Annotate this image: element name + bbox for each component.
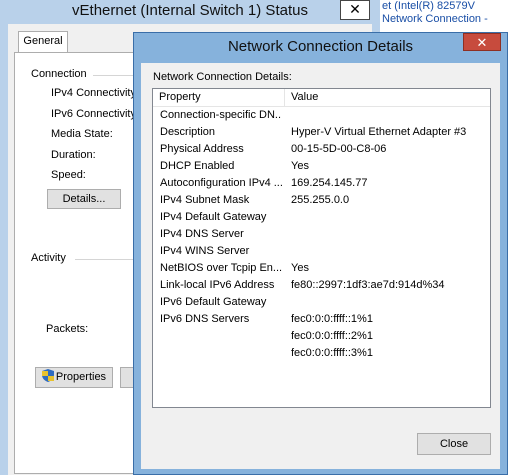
details-dialog: Network Connection Details ✕ Network Con… — [133, 32, 508, 475]
activity-section-label: Activity — [31, 252, 66, 264]
list-row[interactable]: IPv4 Subnet Mask 255.255.0.0 — [153, 192, 490, 209]
list-row[interactable]: IPv4 WINS Server — [153, 243, 490, 260]
duration-label: Duration: — [51, 149, 96, 161]
column-header-value[interactable]: Value — [285, 89, 490, 106]
status-window-title: vEthernet (Internal Switch 1) Status — [72, 2, 308, 19]
row-value: Hyper-V Virtual Ethernet Adapter #3 — [291, 126, 467, 138]
connection-section-label: Connection — [31, 68, 87, 80]
row-property: IPv4 WINS Server — [160, 245, 250, 257]
details-button[interactable]: Details... — [47, 189, 121, 209]
row-property: IPv4 Subnet Mask — [160, 194, 250, 206]
ipv4-connectivity-label: IPv4 Connectivity: — [51, 87, 140, 99]
list-row[interactable]: Link-local IPv6 Address fe80::2997:1df3:a… — [153, 277, 490, 294]
list-row[interactable]: IPv6 DNS Servers fec0:0:0:ffff::1%1 — [153, 311, 490, 328]
list-row[interactable]: IPv6 Default Gateway — [153, 294, 490, 311]
row-property: NetBIOS over Tcpip En... — [160, 262, 282, 274]
list-header: Property Value — [153, 89, 490, 107]
row-value: fec0:0:0:ffff::2%1 — [291, 330, 373, 342]
list-row[interactable]: fec0:0:0:ffff::2%1 — [153, 328, 490, 345]
details-caption: Network Connection Details: — [153, 71, 292, 83]
details-close-icon[interactable]: ✕ — [463, 33, 501, 51]
list-row[interactable]: fec0:0:0:ffff::3%1 — [153, 345, 490, 362]
row-property: IPv4 DNS Server — [160, 228, 244, 240]
row-value: 255.255.0.0 — [291, 194, 350, 206]
row-property: IPv6 DNS Servers — [160, 313, 250, 325]
row-value: Yes — [291, 262, 309, 274]
shield-icon — [41, 369, 54, 382]
row-value: fe80::2997:1df3:ae7d:914d%34 — [291, 279, 445, 291]
row-property: IPv4 Default Gateway — [160, 211, 267, 223]
close-button[interactable]: Close — [417, 433, 491, 455]
list-row[interactable]: Description Hyper-V Virtual Ethernet Adap… — [153, 124, 490, 141]
list-row[interactable]: IPv4 Default Gateway — [153, 209, 490, 226]
media-state-label: Media State: — [51, 128, 113, 140]
row-property: Description — [160, 126, 216, 138]
properties-button[interactable]: Properties — [35, 367, 113, 388]
list-row[interactable]: Physical Address 00-15-5D-00-C8-06 — [153, 141, 490, 158]
details-dialog-body: Network Connection Details: Property Val… — [141, 63, 500, 469]
adapter-name-line2[interactable]: Network Connection - — [382, 13, 488, 25]
list-row[interactable]: DHCP Enabled Yes — [153, 158, 490, 175]
row-value: fec0:0:0:ffff::1%1 — [291, 313, 373, 325]
row-property: Physical Address — [160, 143, 244, 155]
list-row[interactable]: Connection-specific DN... — [153, 107, 490, 124]
row-value: fec0:0:0:ffff::3%1 — [291, 347, 373, 359]
row-property: Connection-specific DN... — [160, 109, 282, 121]
list-row[interactable]: NetBIOS over Tcpip En... Yes — [153, 260, 490, 277]
row-property: Autoconfiguration IPv4 ... — [160, 177, 282, 189]
speed-label: Speed: — [51, 169, 86, 181]
details-list[interactable]: Property Value Connection-specific DN...… — [152, 88, 491, 408]
list-row[interactable]: IPv4 DNS Server — [153, 226, 490, 243]
ipv6-connectivity-label: IPv6 Connectivity: — [51, 108, 140, 120]
adapter-name-line1[interactable]: et (Intel(R) 82579V — [382, 0, 475, 12]
properties-button-label: Properties — [55, 371, 107, 383]
row-property: IPv6 Default Gateway — [160, 296, 267, 308]
details-dialog-title: Network Connection Details — [227, 38, 414, 55]
status-close-icon[interactable]: ✕ — [340, 0, 370, 20]
row-property: DHCP Enabled — [160, 160, 235, 172]
row-value: Yes — [291, 160, 309, 172]
tab-general[interactable]: General — [18, 31, 68, 52]
column-header-property[interactable]: Property — [153, 89, 285, 106]
row-value: 00-15-5D-00-C8-06 — [291, 143, 387, 155]
list-row[interactable]: Autoconfiguration IPv4 ... 169.254.145.77 — [153, 175, 490, 192]
row-value: 169.254.145.77 — [291, 177, 368, 189]
packets-label: Packets: — [46, 323, 89, 335]
row-property: Link-local IPv6 Address — [160, 279, 275, 291]
